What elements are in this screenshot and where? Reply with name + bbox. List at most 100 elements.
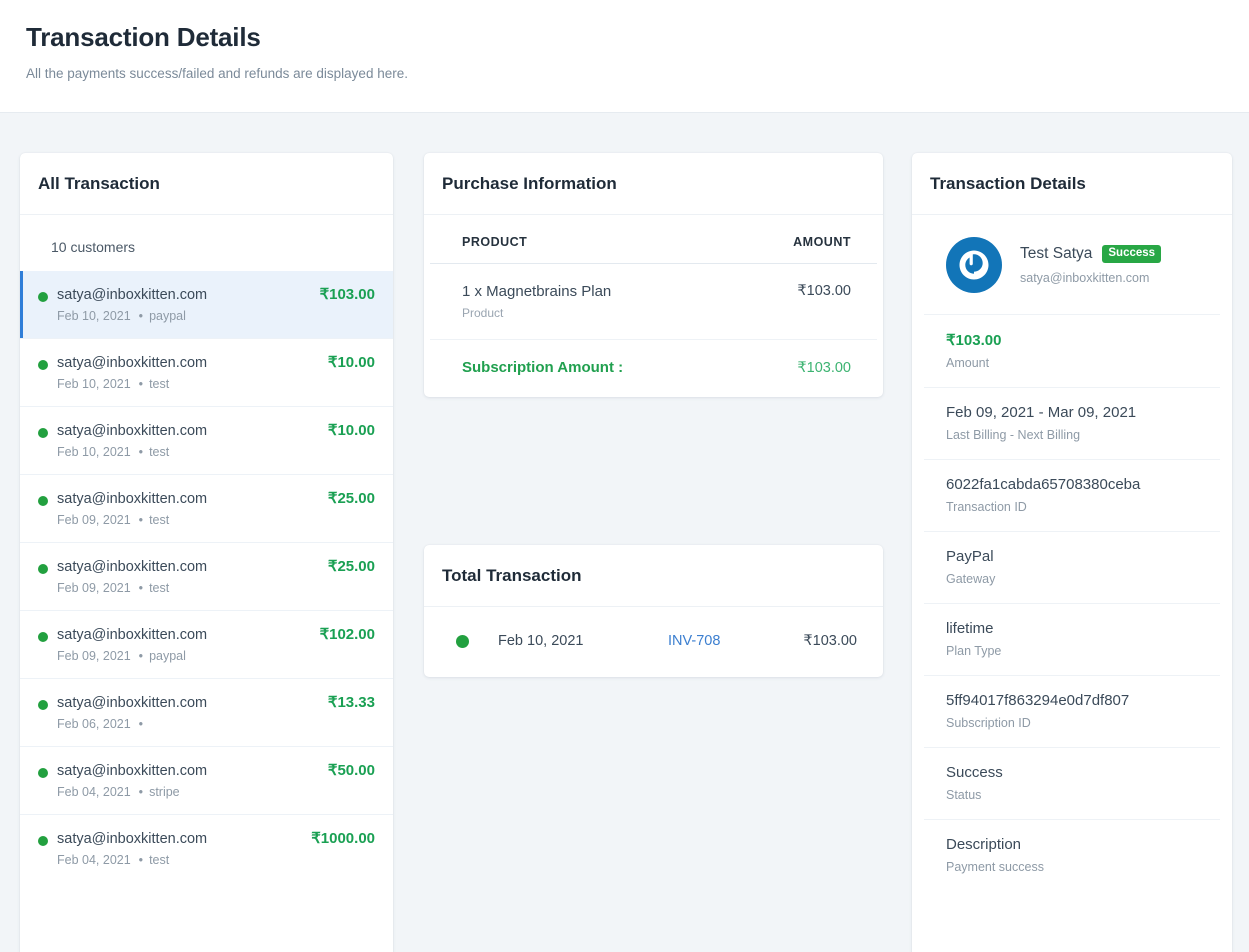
column-header-product: PRODUCT <box>462 235 528 249</box>
transaction-meta-line: Feb 09, 2021 • test <box>57 581 375 595</box>
detail-label: Subscription ID <box>946 716 1031 730</box>
transaction-primary-line: satya@inboxkitten.com ₹25.00 <box>57 557 375 575</box>
purchase-information-card: Purchase Information PRODUCT AMOUNT 1 x … <box>424 153 883 397</box>
transaction-list: satya@inboxkitten.com ₹103.00 Feb 10, 2021… <box>20 271 393 882</box>
detail-value: Success <box>946 764 1003 781</box>
transaction-list-item[interactable]: satya@inboxkitten.com ₹50.00 Feb 04, 2021 •… <box>20 746 393 814</box>
transaction-detail-row: lifetime Plan Type <box>924 604 1220 676</box>
total-transaction-row: Feb 10, 2021 INV-708 ₹103.00 <box>424 607 883 677</box>
subscription-amount-row: Subscription Amount : ₹103.00 <box>430 340 877 397</box>
all-transaction-title: All Transaction <box>38 174 160 193</box>
transaction-list-item[interactable]: satya@inboxkitten.com ₹25.00 Feb 09, 2021 •… <box>20 542 393 610</box>
detail-label: Status <box>946 788 982 802</box>
transaction-amount: ₹50.00 <box>327 762 375 779</box>
detail-label: Transaction ID <box>946 500 1027 514</box>
status-dot-icon <box>38 292 48 302</box>
purchase-information-header: Purchase Information <box>424 153 883 215</box>
transaction-method: test <box>149 853 170 867</box>
transaction-details-card: Transaction Details Test Satya Success s… <box>912 153 1232 952</box>
transaction-primary-line: satya@inboxkitten.com ₹103.00 <box>57 285 375 303</box>
detail-label: Payment success <box>946 860 1044 874</box>
detail-label: Plan Type <box>946 644 1002 658</box>
transaction-list-item[interactable]: satya@inboxkitten.com ₹13.33 Feb 06, 2021 • <box>20 678 393 746</box>
transaction-meta-line: Feb 04, 2021 • test <box>57 853 375 867</box>
transaction-meta-line: Feb 10, 2021 • paypal <box>57 309 375 323</box>
transaction-email: satya@inboxkitten.com <box>57 627 208 643</box>
customer-identity: Test Satya Success satya@inboxkitten.com <box>924 215 1220 315</box>
transaction-date: Feb 10, 2021 <box>57 377 131 391</box>
invoice-link[interactable]: INV-708 <box>668 633 803 649</box>
detail-label: Amount <box>946 356 990 370</box>
status-dot-icon <box>38 836 48 846</box>
transaction-date: Feb 06, 2021 <box>57 717 131 731</box>
total-transaction-card: Total Transaction Feb 10, 2021 INV-708 ₹… <box>424 545 883 677</box>
transaction-meta-line: Feb 06, 2021 • <box>57 717 375 731</box>
transaction-meta-separator: • <box>138 581 144 595</box>
transaction-meta-separator: • <box>138 445 144 459</box>
page-header: Transaction Details All the payments suc… <box>0 0 1249 113</box>
purchase-item-text: 1 x Magnetbrains Plan Product <box>462 283 611 320</box>
status-dot-icon <box>38 360 48 370</box>
transaction-method: test <box>149 513 170 527</box>
transaction-primary-line: satya@inboxkitten.com ₹10.00 <box>57 421 375 439</box>
transaction-meta-separator: • <box>138 309 144 323</box>
purchase-item-kind: Product <box>462 306 504 320</box>
total-transaction-amount: ₹103.00 <box>803 633 857 649</box>
total-transaction-header: Total Transaction <box>424 545 883 607</box>
dashboard-board: All Transaction 10 customers satya@inbox… <box>0 113 1249 952</box>
transaction-method: stripe <box>149 785 180 799</box>
transaction-meta-separator: • <box>138 717 144 731</box>
transaction-method: paypal <box>149 649 186 663</box>
subscription-amount-label: Subscription Amount : <box>462 359 624 376</box>
purchase-item-amount: ₹103.00 <box>797 283 851 299</box>
transaction-amount: ₹10.00 <box>327 422 375 439</box>
transaction-amount: ₹13.33 <box>327 694 375 711</box>
purchase-table-header: PRODUCT AMOUNT <box>430 215 877 264</box>
purchase-information-title: Purchase Information <box>442 174 617 193</box>
transaction-list-item[interactable]: satya@inboxkitten.com ₹25.00 Feb 09, 2021 •… <box>20 474 393 542</box>
transaction-list-item[interactable]: satya@inboxkitten.com ₹102.00 Feb 09, 2021… <box>20 610 393 678</box>
transaction-amount: ₹25.00 <box>327 490 375 507</box>
identity-text: Test Satya Success satya@inboxkitten.com <box>1020 244 1162 286</box>
detail-value: Feb 09, 2021 - Mar 09, 2021 <box>946 404 1137 421</box>
transaction-primary-line: satya@inboxkitten.com ₹50.00 <box>57 761 375 779</box>
transaction-email: satya@inboxkitten.com <box>57 763 208 779</box>
transaction-email: satya@inboxkitten.com <box>57 287 208 303</box>
transaction-primary-line: satya@inboxkitten.com ₹13.33 <box>57 693 375 711</box>
status-dot-icon <box>38 496 48 506</box>
transaction-detail-row: Success Status <box>924 748 1220 820</box>
transaction-date: Feb 09, 2021 <box>57 513 131 527</box>
detail-value: PayPal <box>946 548 994 565</box>
status-dot-icon <box>38 632 48 642</box>
page-title: Transaction Details <box>26 22 261 52</box>
transaction-list-item[interactable]: satya@inboxkitten.com ₹10.00 Feb 10, 2021 •… <box>20 406 393 474</box>
transaction-list-item[interactable]: satya@inboxkitten.com ₹10.00 Feb 10, 2021 •… <box>20 338 393 406</box>
transaction-meta-line: Feb 10, 2021 • test <box>57 445 375 459</box>
transaction-method: test <box>149 445 170 459</box>
transaction-list-item[interactable]: satya@inboxkitten.com ₹1000.00 Feb 04, 202… <box>20 814 393 882</box>
transaction-list-item[interactable]: satya@inboxkitten.com ₹103.00 Feb 10, 2021… <box>20 271 393 338</box>
transaction-detail-row: Description Payment success <box>924 820 1220 891</box>
transaction-method: test <box>149 581 170 595</box>
transaction-date: Feb 09, 2021 <box>57 649 131 663</box>
purchase-item-list: 1 x Magnetbrains Plan Product ₹103.00 <box>424 264 883 340</box>
transaction-meta-separator: • <box>138 785 144 799</box>
status-dot-icon <box>38 428 48 438</box>
detail-value: lifetime <box>946 620 994 637</box>
status-dot-icon <box>38 564 48 574</box>
identity-name-row: Test Satya Success <box>1020 244 1162 264</box>
transaction-method: test <box>149 377 170 391</box>
total-transaction-date: Feb 10, 2021 <box>498 633 584 649</box>
customer-email: satya@inboxkitten.com <box>1020 271 1150 286</box>
transaction-date: Feb 09, 2021 <box>57 581 131 595</box>
transaction-amount: ₹25.00 <box>327 558 375 575</box>
transaction-meta-line: Feb 09, 2021 • test <box>57 513 375 527</box>
detail-value: 5ff94017f863294e0d7df807 <box>946 692 1130 709</box>
detail-value: Description <box>946 836 1022 853</box>
all-transaction-card: All Transaction 10 customers satya@inbox… <box>20 153 393 952</box>
purchase-item-name: 1 x Magnetbrains Plan <box>462 283 612 300</box>
transaction-date: Feb 04, 2021 <box>57 853 131 867</box>
purchase-item-row: 1 x Magnetbrains Plan Product ₹103.00 <box>430 264 877 340</box>
transaction-amount: ₹1000.00 <box>311 830 375 847</box>
transaction-method: paypal <box>149 309 186 323</box>
